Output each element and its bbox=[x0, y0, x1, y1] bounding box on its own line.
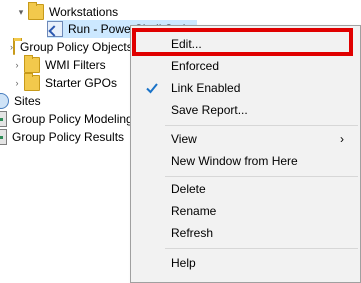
menu-item-link-enabled[interactable]: Link Enabled bbox=[131, 77, 360, 99]
tree-item-starter-gpos[interactable]: › Starter GPOs bbox=[10, 73, 118, 92]
menu-item-refresh[interactable]: Refresh bbox=[131, 222, 360, 244]
menu-item-label: Delete bbox=[171, 182, 206, 196]
gpo-link-icon bbox=[47, 21, 63, 37]
submenu-arrow-icon: › bbox=[340, 132, 344, 146]
modeling-icon bbox=[0, 111, 7, 127]
menu-item-save-report[interactable]: Save Report... bbox=[131, 99, 360, 121]
tree-item-sites[interactable]: Sites bbox=[0, 92, 41, 110]
menu-item-label: Refresh bbox=[171, 226, 214, 240]
tree-item-wmi-filters[interactable]: › WMI Filters bbox=[10, 55, 106, 74]
results-icon bbox=[0, 129, 7, 145]
menu-item-rename[interactable]: Rename bbox=[131, 200, 360, 222]
menu-separator bbox=[165, 248, 358, 249]
folder-icon bbox=[24, 55, 40, 73]
menu-item-label: New Window from Here bbox=[171, 154, 298, 168]
checkmark-icon bbox=[146, 83, 158, 94]
annotation-highlight-box bbox=[132, 28, 353, 56]
menu-item-enforced[interactable]: Enforced bbox=[131, 55, 360, 77]
tree-item-label: Group Policy Objects bbox=[20, 40, 130, 54]
menu-item-label: Save Report... bbox=[171, 103, 248, 117]
tree-item-label: Sites bbox=[14, 94, 41, 108]
tree-item-label: Starter GPOs bbox=[45, 76, 118, 90]
menu-item-label: Help bbox=[171, 256, 196, 270]
menu-item-label: Enforced bbox=[171, 59, 220, 73]
sites-icon bbox=[0, 93, 9, 109]
menu-item-label: Rename bbox=[171, 204, 217, 218]
menu-separator bbox=[165, 125, 358, 126]
menu-separator bbox=[165, 176, 358, 177]
menu-item-new-window[interactable]: New Window from Here bbox=[131, 150, 360, 172]
context-menu: Edit... Enforced Link Enabled Save Repor… bbox=[130, 25, 361, 283]
menu-item-view[interactable]: View › bbox=[131, 128, 360, 150]
tree-item-workstations[interactable]: ▾ Workstations bbox=[14, 2, 119, 21]
menu-item-label: View bbox=[171, 132, 197, 146]
tree-item-group-policy-modeling[interactable]: Group Policy Modeling bbox=[0, 110, 133, 128]
expand-arrow-icon[interactable]: › bbox=[10, 74, 24, 92]
tree-item-group-policy-results[interactable]: Group Policy Results bbox=[0, 128, 124, 146]
tree-item-label: Workstations bbox=[49, 5, 119, 19]
folder-icon bbox=[24, 73, 40, 91]
menu-item-delete[interactable]: Delete bbox=[131, 178, 360, 200]
tree-item-group-policy-objects[interactable]: › Group Policy Objects bbox=[10, 38, 130, 56]
menu-item-help[interactable]: Help bbox=[131, 252, 360, 274]
tree-item-label: Group Policy Modeling bbox=[12, 112, 133, 126]
tree-item-label: Group Policy Results bbox=[12, 130, 125, 144]
menu-item-label: Link Enabled bbox=[171, 81, 241, 95]
expand-arrow-icon[interactable]: ▾ bbox=[14, 3, 28, 21]
expand-arrow-icon[interactable]: › bbox=[10, 56, 24, 74]
folder-icon bbox=[13, 38, 22, 55]
folder-icon bbox=[28, 2, 44, 20]
tree-item-label: WMI Filters bbox=[45, 58, 106, 72]
